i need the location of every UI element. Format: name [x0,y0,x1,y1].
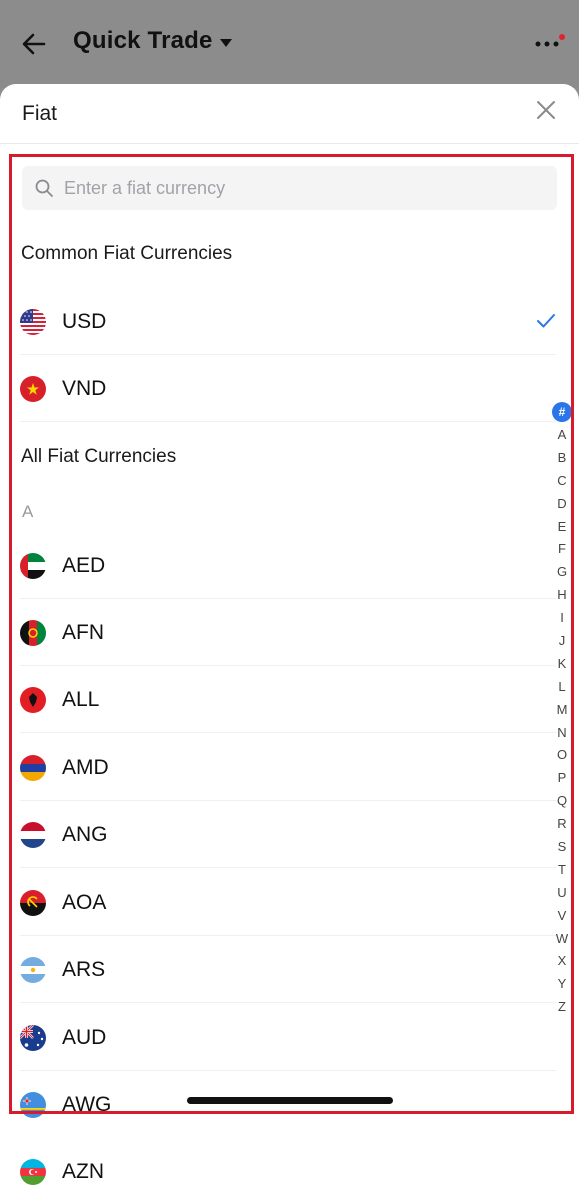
currency-code: AUD [62,1026,107,1049]
currency-code: USD [62,310,107,333]
back-arrow-icon[interactable] [20,30,48,58]
caret-down-icon[interactable] [219,38,233,48]
currency-row-amd[interactable]: AMD [20,734,556,801]
more-options-icon[interactable] [533,34,565,54]
index-letter-r[interactable]: R [551,813,573,836]
index-letter-c[interactable]: C [551,470,573,493]
index-letter-f[interactable]: F [551,538,573,561]
currency-code: AOA [62,891,107,914]
currency-code: ALL [62,688,100,711]
currency-row-aud[interactable]: AUD [20,1004,556,1071]
home-indicator [187,1097,393,1104]
us-flag-icon [20,309,46,335]
index-letter-t[interactable]: T [551,859,573,882]
index-letter-l[interactable]: L [551,676,573,699]
index-letter-w[interactable]: W [551,928,573,951]
index-letter-a[interactable]: A [551,424,573,447]
common-section-title: Common Fiat Currencies [21,243,233,264]
currency-code: ARS [62,958,106,981]
currency-row-afn[interactable]: AFN [20,599,556,666]
index-letter-v[interactable]: V [551,905,573,928]
alphabet-index: # A B C D E F G H I J K L M N O P Q R S T U V W X Y Z [551,401,573,1019]
index-letter-i[interactable]: I [551,607,573,630]
page-header: Quick Trade [0,0,579,88]
index-letter-h[interactable]: H [551,584,573,607]
currency-code: AZN [62,1160,104,1183]
index-letter-n[interactable]: N [551,722,573,745]
uae-flag-icon [20,553,46,579]
index-letter-g[interactable]: G [551,561,573,584]
currency-code: AMD [62,756,109,779]
currency-row-aed[interactable]: AED [20,532,556,599]
aruba-flag-icon [20,1092,46,1118]
index-letter-s[interactable]: S [551,836,573,859]
index-letter-q[interactable]: Q [551,790,573,813]
sheet-header: Fiat [0,84,579,144]
page-title[interactable]: Quick Trade [73,27,213,55]
index-letter-m[interactable]: M [551,699,573,722]
currency-code: AED [62,554,106,577]
search-icon [35,179,53,197]
vietnam-flag-icon [20,376,46,402]
currency-code: AFN [62,621,104,644]
index-letter-e[interactable]: E [551,516,573,539]
albania-flag-icon [20,687,46,713]
angola-flag-icon [20,890,46,916]
australia-flag-icon [20,1025,46,1051]
search-box[interactable] [22,166,557,210]
index-letter-p[interactable]: P [551,767,573,790]
azerbaijan-flag-icon [20,1159,46,1185]
index-letter-k[interactable]: K [551,653,573,676]
currency-row-all[interactable]: ALL [20,666,556,733]
close-icon[interactable] [534,98,558,122]
fiat-selector-sheet: Fiat Common Fiat Currencies [0,84,579,1200]
armenia-flag-icon [20,755,46,781]
index-letter-b[interactable]: B [551,447,573,470]
index-letter-j[interactable]: J [551,630,573,653]
check-icon [537,314,555,328]
index-letter-d[interactable]: D [551,493,573,516]
afghanistan-flag-icon [20,620,46,646]
currency-code: AWG [62,1093,112,1116]
search-input[interactable] [64,166,544,210]
currency-row-aoa[interactable]: AOA [20,869,556,936]
currency-row-usd[interactable]: USD [20,288,556,355]
currency-code: VND [62,377,107,400]
letter-group-header: A [22,502,34,521]
argentina-flag-icon [20,957,46,983]
currency-row-ang[interactable]: ANG [20,801,556,868]
index-letter-o[interactable]: O [551,744,573,767]
currency-row-ars[interactable]: ARS [20,936,556,1003]
currency-row-vnd[interactable]: VND [20,355,556,422]
currency-row-azn[interactable]: AZN [20,1138,556,1200]
netherlands-antilles-flag-icon [20,822,46,848]
index-letter-x[interactable]: X [551,950,573,973]
index-letter-u[interactable]: U [551,882,573,905]
index-letter-hash[interactable]: # [552,402,572,422]
index-letter-y[interactable]: Y [551,973,573,996]
sheet-title: Fiat [22,102,58,125]
all-section-title: All Fiat Currencies [21,446,177,467]
currency-row-awg[interactable]: AWG [20,1071,556,1138]
currency-code: ANG [62,823,108,846]
index-letter-z[interactable]: Z [551,996,573,1019]
